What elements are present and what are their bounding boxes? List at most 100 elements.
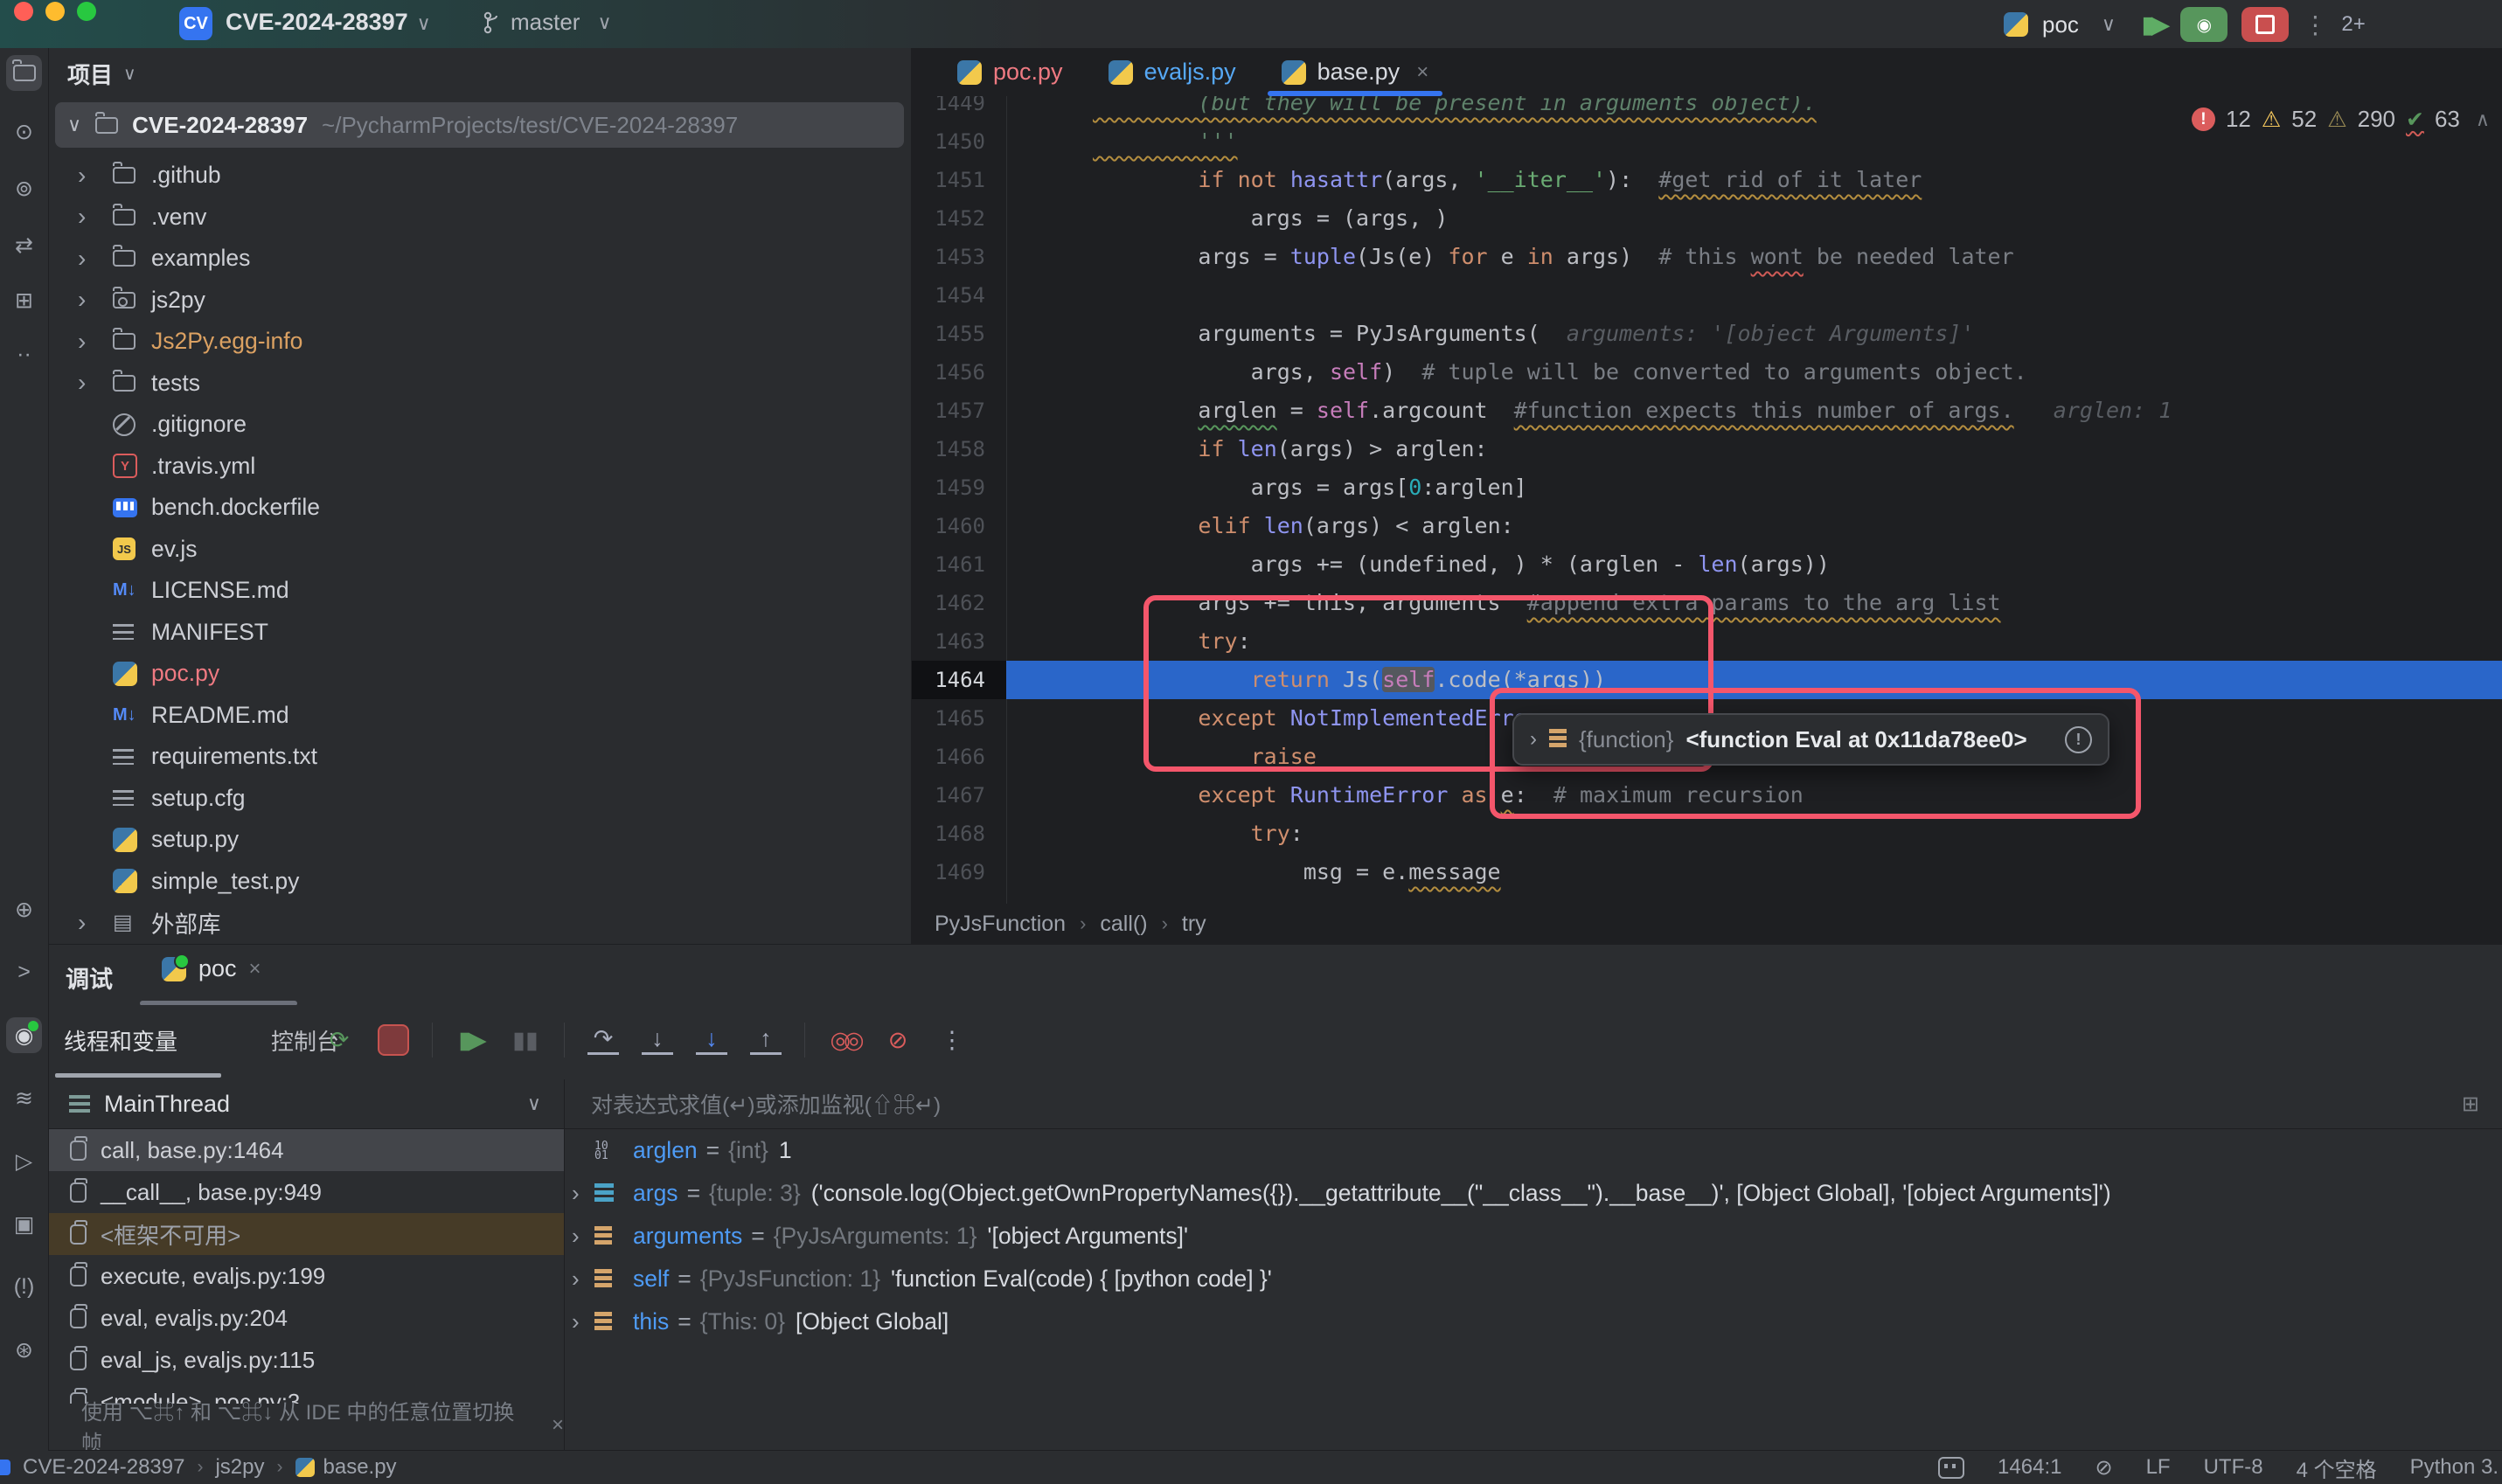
code-line[interactable]: 1458 if len(args) > arglen: bbox=[912, 430, 2502, 468]
chevron-collapsed-icon[interactable]: › bbox=[78, 369, 113, 397]
more-tool-button[interactable]: ·· bbox=[6, 336, 42, 372]
commit-tool-button[interactable]: ⊙ bbox=[6, 114, 42, 149]
line-number[interactable]: 1462 bbox=[912, 584, 1006, 622]
chevron-collapsed-icon[interactable]: › bbox=[78, 203, 113, 231]
file-encoding[interactable]: UTF-8 bbox=[2204, 1455, 2263, 1480]
tree-item[interactable]: simple_test.py bbox=[48, 861, 911, 903]
step-into-mycode-button[interactable]: ↓ bbox=[696, 1026, 727, 1055]
line-number[interactable]: 1450 bbox=[912, 122, 1006, 161]
project-root-row[interactable]: ∨ CVE-2024-28397 ~/PycharmProjects/test/… bbox=[55, 102, 904, 148]
line-number[interactable]: 1465 bbox=[912, 699, 1006, 738]
view-breakpoints-button[interactable]: ◎◎ bbox=[828, 1024, 859, 1056]
more-actions-button[interactable]: ⋮ bbox=[2303, 10, 2327, 39]
window-close-button[interactable] bbox=[14, 2, 33, 21]
code-line[interactable]: 1454 bbox=[912, 276, 2502, 315]
vcs-update-tool-button[interactable]: ⇄ bbox=[6, 227, 42, 263]
expand-chevron-icon[interactable]: › bbox=[565, 1180, 594, 1207]
chevron-collapsed-icon[interactable]: › bbox=[78, 328, 113, 356]
close-icon[interactable]: × bbox=[552, 1413, 564, 1438]
tree-item[interactable]: setup.cfg bbox=[48, 778, 911, 820]
tab-threads-variables[interactable]: 线程和变量 bbox=[64, 1005, 177, 1075]
version-control-tool-button[interactable]: ⊛ bbox=[6, 1332, 42, 1368]
tree-item[interactable]: poc.py bbox=[48, 653, 911, 695]
collapse-icon[interactable]: ∧ bbox=[2476, 108, 2490, 131]
code-line[interactable]: 1461 args += (undefined, ) * (arglen - l… bbox=[912, 545, 2502, 584]
code-line[interactable]: 1456 args, self) # tuple will be convert… bbox=[912, 353, 2502, 392]
tree-item[interactable]: ›Js2Py.egg-info bbox=[48, 321, 911, 363]
variable-row[interactable]: ›this={This: 0}[Object Global] bbox=[565, 1300, 2502, 1343]
tree-item[interactable]: .gitignore bbox=[48, 404, 911, 446]
tree-item[interactable]: Y.travis.yml bbox=[48, 446, 911, 488]
tree-item[interactable]: JSev.js bbox=[48, 529, 911, 571]
run-configuration[interactable]: poc bbox=[2042, 11, 2079, 38]
panel-layout-icon[interactable]: ⊞ bbox=[2462, 1092, 2479, 1117]
line-number[interactable]: 1451 bbox=[912, 161, 1006, 199]
close-icon[interactable]: × bbox=[249, 957, 261, 981]
stop-button[interactable] bbox=[2241, 7, 2289, 42]
variable-row[interactable]: ›self={PyJsFunction: 1}'function Eval(co… bbox=[565, 1258, 2502, 1300]
resume-button[interactable]: ▮▶ bbox=[455, 1024, 487, 1056]
variable-row[interactable]: ›args={tuple: 3}('console.log(Object.get… bbox=[565, 1172, 2502, 1215]
line-number[interactable]: 1467 bbox=[912, 776, 1006, 815]
line-number[interactable]: 1468 bbox=[912, 815, 1006, 853]
step-into-button[interactable]: ↓ bbox=[642, 1026, 673, 1055]
project-panel-header[interactable]: 项目 ∨ bbox=[48, 48, 911, 99]
tree-item[interactable]: ›tests bbox=[48, 363, 911, 405]
problems-tool-button[interactable]: (!) bbox=[6, 1269, 42, 1305]
pause-button[interactable]: ▮▮ bbox=[510, 1024, 541, 1056]
line-number[interactable]: 1459 bbox=[912, 468, 1006, 507]
stack-frame[interactable]: eval, evaljs.py:204 bbox=[48, 1297, 564, 1339]
code-line[interactable]: 1457 arglen = self.argcount #function ex… bbox=[912, 392, 2502, 430]
project-switcher[interactable]: CVE-2024-28397∨ bbox=[226, 9, 431, 36]
code-line[interactable]: 1460 elif len(args) < arglen: bbox=[912, 507, 2502, 545]
rerun-button[interactable]: ⟳ bbox=[323, 1024, 355, 1056]
inspections-widget[interactable]: !12 ⚠52 ⚠290 ✔63 ∧ bbox=[2192, 106, 2490, 133]
close-icon[interactable]: × bbox=[1416, 60, 1428, 85]
debug-session-tab[interactable]: poc × bbox=[162, 955, 261, 982]
tree-item[interactable]: bench.dockerfile bbox=[48, 487, 911, 529]
code-line[interactable]: 1451 if not hasattr(args, '__iter__'): #… bbox=[912, 161, 2502, 199]
line-separator[interactable]: LF bbox=[2146, 1455, 2171, 1480]
code-line[interactable]: 1468 try: bbox=[912, 815, 2502, 853]
tree-item[interactable]: MANIFEST bbox=[48, 612, 911, 654]
code-line[interactable]: 1453 args = tuple(Js(e) for e in args) #… bbox=[912, 238, 2502, 276]
resume-program-button[interactable]: ▮▶ bbox=[2142, 11, 2166, 38]
stack-frame[interactable]: execute, evaljs.py:199 bbox=[48, 1255, 564, 1297]
python-interpreter[interactable]: Python 3. bbox=[2410, 1455, 2499, 1480]
tree-item[interactable]: ›▤外部库 bbox=[48, 902, 911, 944]
line-number[interactable]: 1466 bbox=[912, 738, 1006, 776]
variable-row[interactable]: ›arguments={PyJsArguments: 1}'[object Ar… bbox=[565, 1215, 2502, 1258]
tab-poc-py[interactable]: poc.py bbox=[935, 48, 1086, 96]
line-number[interactable]: 1458 bbox=[912, 430, 1006, 468]
tree-item[interactable]: ›js2py bbox=[48, 280, 911, 322]
python-console-tool-button[interactable]: > bbox=[6, 954, 42, 990]
caret-position[interactable]: 1464:1 bbox=[1998, 1455, 2061, 1480]
expand-chevron-icon[interactable]: › bbox=[565, 1223, 594, 1250]
tree-item[interactable]: ›.github bbox=[48, 155, 911, 197]
line-number[interactable]: 1455 bbox=[912, 315, 1006, 353]
line-number[interactable]: 1457 bbox=[912, 392, 1006, 430]
thread-selector[interactable]: MainThread ∨ bbox=[48, 1079, 564, 1129]
tree-item[interactable]: ›examples bbox=[48, 238, 911, 280]
line-number[interactable]: 1469 bbox=[912, 853, 1006, 891]
code-line[interactable]: 1459 args = args[0:arglen] bbox=[912, 468, 2502, 507]
line-number[interactable]: 1449 bbox=[912, 96, 1006, 122]
line-number[interactable]: 1452 bbox=[912, 199, 1006, 238]
highlighting-off-icon[interactable]: ⊘ bbox=[2095, 1455, 2112, 1481]
code-with-me-button[interactable]: 2+ bbox=[2341, 12, 2365, 37]
expand-chevron-icon[interactable]: › bbox=[565, 1308, 594, 1335]
pull-requests-tool-button[interactable]: ⊚ bbox=[6, 170, 42, 206]
code-line[interactable]: 1469 msg = e.message bbox=[912, 853, 2502, 891]
tree-item[interactable]: ›.venv bbox=[48, 197, 911, 239]
step-over-button[interactable]: ↷ bbox=[587, 1026, 619, 1055]
debug-tool-button[interactable]: ◉ bbox=[6, 1017, 42, 1053]
stack-frame[interactable]: eval_js, evaljs.py:115 bbox=[48, 1339, 564, 1381]
watch-input[interactable]: 对表达式求值(↵)或添加监视(⇧⌘↵) ⊞ bbox=[565, 1079, 2502, 1129]
expand-chevron-icon[interactable]: › bbox=[565, 1266, 594, 1293]
ai-assistant-icon[interactable] bbox=[1938, 1457, 1964, 1479]
breadcrumb-item[interactable]: try bbox=[1182, 912, 1206, 937]
line-number[interactable]: 1456 bbox=[912, 353, 1006, 392]
chevron-expanded-icon[interactable]: ∨ bbox=[67, 114, 81, 136]
more-button[interactable]: ⋮ bbox=[936, 1024, 968, 1056]
services-tool-button[interactable]: ⊕ bbox=[6, 891, 42, 927]
